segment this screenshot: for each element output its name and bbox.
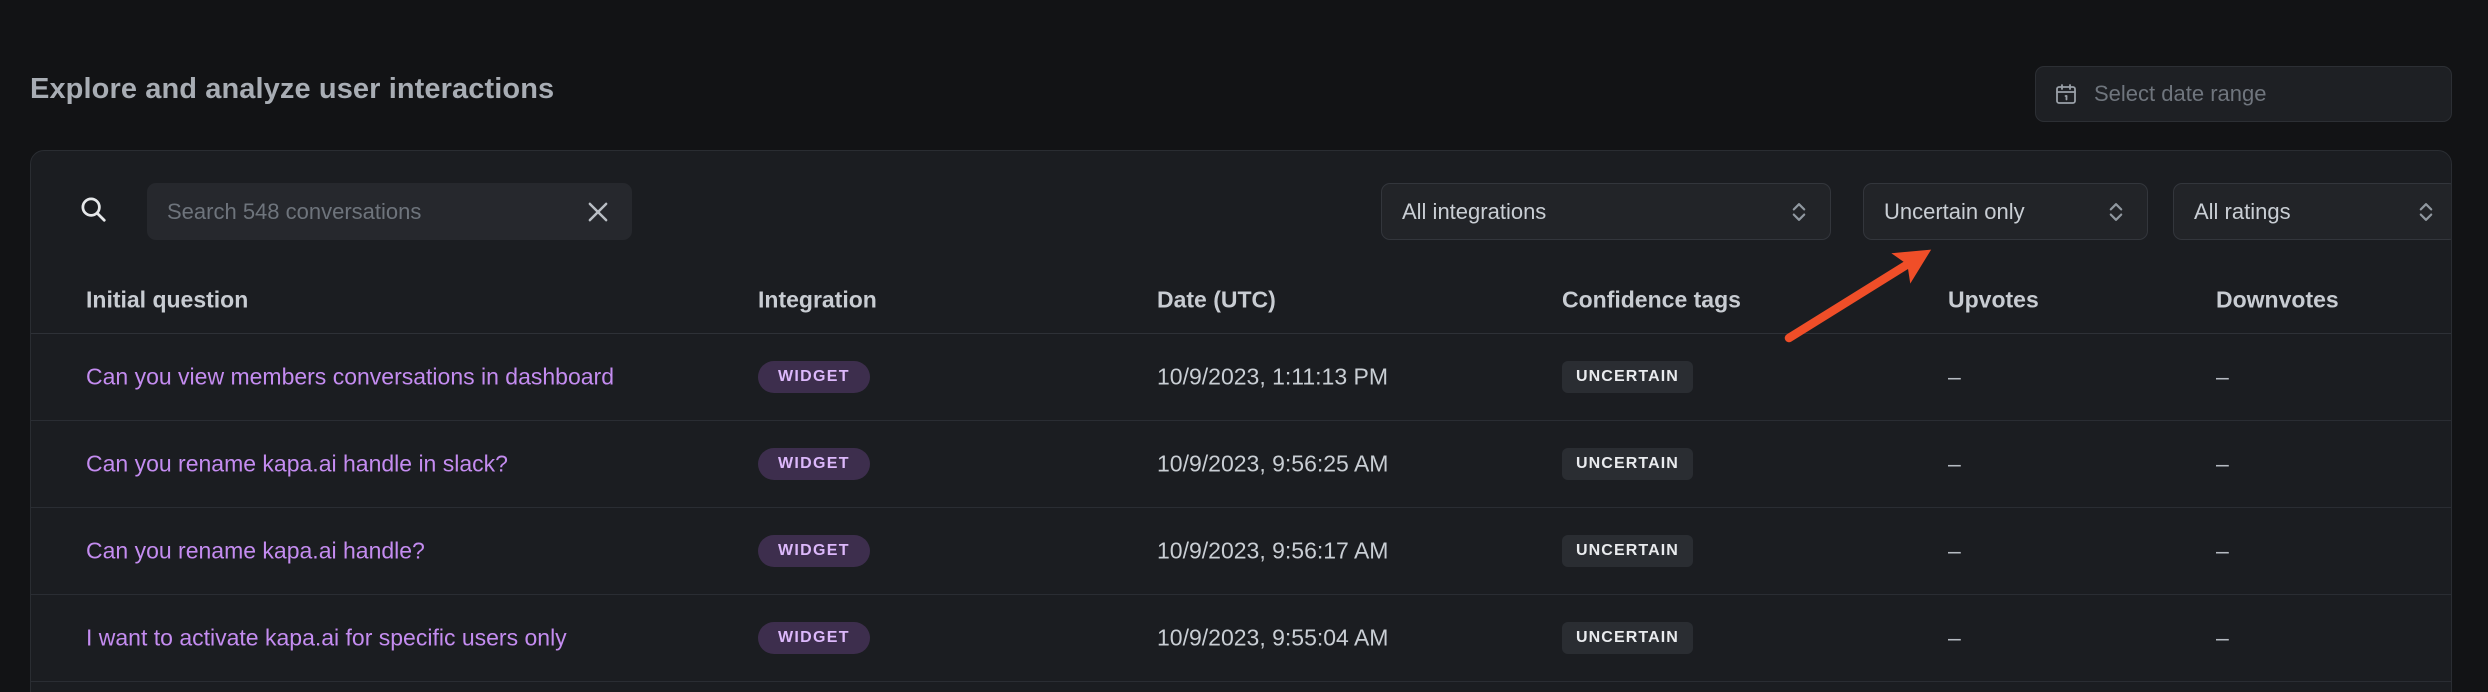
confidence-badge: UNCERTAIN [1562,622,1693,654]
table-row[interactable]: Can you view members conversations in da… [31,334,2451,421]
column-header-date: Date (UTC) [1157,286,1276,312]
confidence-badge: UNCERTAIN [1562,535,1693,567]
ratings-filter-value: All ratings [2194,198,2291,224]
conversations-page: Explore and analyze user interactions Se… [0,0,2488,692]
table-row[interactable]: Can you rename kapa.ai handle? WIDGET 10… [31,508,2451,595]
table-row[interactable]: I want to activate kapa.ai for specific … [31,595,2451,682]
column-header-upvotes: Upvotes [1948,286,2039,312]
integration-badge: WIDGET [758,448,870,480]
conversation-date: 10/9/2023, 9:56:25 AM [1157,450,1389,477]
downvotes-value: – [2216,363,2229,390]
table-header-row: Initial question Integration Date (UTC) … [31,266,2451,334]
search-box[interactable] [147,183,632,240]
conversations-panel: All integrations Uncertain only [30,150,2452,692]
date-range-picker[interactable]: Select date range [2035,66,2452,122]
integration-filter-value: All integrations [1402,198,1547,224]
filters-toolbar: All integrations Uncertain only [31,151,2451,266]
confidence-badge: UNCERTAIN [1562,448,1693,480]
ratings-filter-select[interactable]: All ratings [2173,183,2451,240]
confidence-filter-select[interactable]: Uncertain only [1863,183,2148,240]
search-icon[interactable] [78,194,108,224]
downvotes-value: – [2216,624,2229,651]
search-input[interactable] [167,198,584,225]
upvotes-value: – [1948,450,1961,477]
page-header: Explore and analyze user interactions Se… [0,0,2488,150]
conversation-date: 10/9/2023, 9:55:04 AM [1157,624,1389,651]
conversation-link[interactable]: Can you rename kapa.ai handle? [86,538,425,564]
table-row[interactable]: Can you rename kapa.ai handle in slack? … [31,421,2451,508]
conversation-link[interactable]: Can you rename kapa.ai handle in slack? [86,451,508,477]
chevron-updown-icon [2105,199,2127,225]
integration-filter-select[interactable]: All integrations [1381,183,1831,240]
column-header-initial-question: Initial question [86,286,249,312]
page-title: Explore and analyze user interactions [30,73,555,105]
integration-badge: WIDGET [758,535,870,567]
integration-badge: WIDGET [758,361,870,393]
confidence-badge: UNCERTAIN [1562,361,1693,393]
upvotes-value: – [1948,363,1961,390]
integration-badge: WIDGET [758,622,870,654]
downvotes-value: – [2216,450,2229,477]
close-icon[interactable] [584,198,612,226]
calendar-icon [2054,82,2078,106]
downvotes-value: – [2216,537,2229,564]
conversation-date: 10/9/2023, 1:11:13 PM [1157,363,1389,390]
column-header-downvotes: Downvotes [2216,286,2339,312]
confidence-filter-value: Uncertain only [1884,198,2025,224]
chevron-updown-icon [2415,199,2437,225]
date-range-label: Select date range [2094,81,2267,106]
upvotes-value: – [1948,537,1961,564]
conversation-date: 10/9/2023, 9:56:17 AM [1157,537,1389,564]
chevron-updown-icon [1788,199,1810,225]
column-header-integration: Integration [758,286,877,312]
conversation-link[interactable]: Can you view members conversations in da… [86,364,614,390]
column-header-confidence-tags: Confidence tags [1562,286,1741,312]
upvotes-value: – [1948,624,1961,651]
conversation-link[interactable]: I want to activate kapa.ai for specific … [86,625,567,651]
